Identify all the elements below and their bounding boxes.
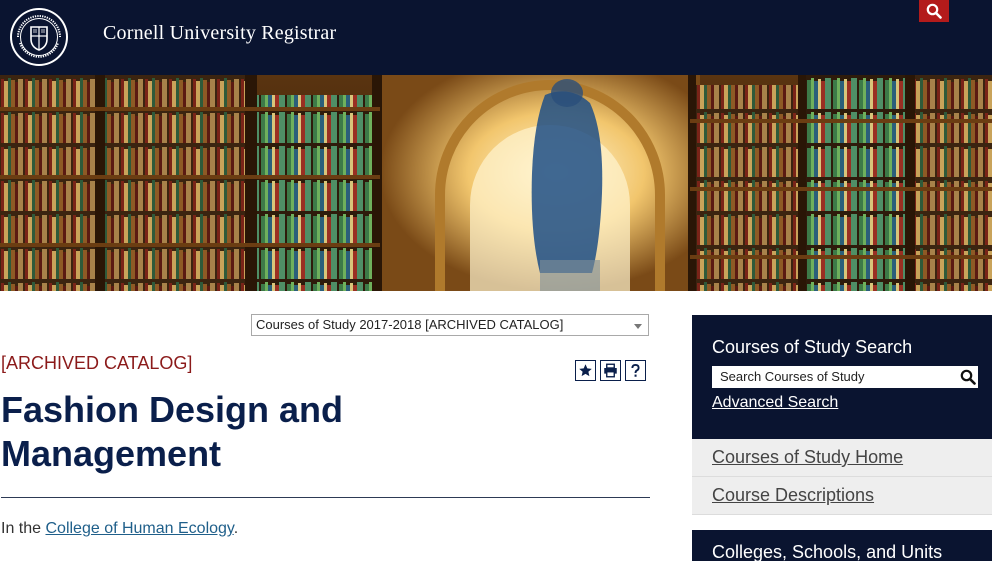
help-icon — [631, 363, 640, 377]
page-tools — [575, 360, 646, 381]
chevron-down-icon — [634, 324, 642, 329]
hero-banner-image — [0, 75, 992, 291]
star-icon — [579, 364, 592, 377]
print-icon — [604, 363, 617, 378]
title-divider — [1, 497, 650, 498]
college-link[interactable]: College of Human Ecology — [45, 520, 233, 537]
course-search-submit[interactable] — [958, 367, 978, 387]
course-search-heading: Courses of Study Search — [712, 337, 913, 357]
colleges-panel: Colleges, Schools, and Units — [692, 530, 992, 561]
help-button[interactable] — [625, 360, 646, 381]
cornell-seal-logo[interactable] — [9, 7, 69, 67]
sidebar-nav: Courses of Study Home Course Description… — [692, 439, 992, 515]
catalog-select[interactable]: Courses of Study 2017-2018 [ARCHIVED CAT… — [251, 314, 649, 336]
search-icon — [926, 3, 942, 19]
site-header: Cornell University Registrar — [0, 0, 992, 75]
course-search-panel: Courses of Study Search Search Courses o… — [692, 315, 992, 439]
intro-suffix: . — [233, 520, 239, 537]
page-title: Fashion Design and Management — [1, 389, 344, 474]
sidebar-item-courses-home[interactable]: Courses of Study Home — [692, 439, 992, 477]
site-search-button[interactable] — [919, 0, 949, 22]
course-search-input[interactable]: Search Courses of Study — [712, 366, 978, 388]
print-button[interactable] — [600, 360, 621, 381]
archived-catalog-label: [ARCHIVED CATALOG] — [1, 353, 193, 373]
search-icon — [960, 369, 976, 385]
catalog-select-value: Courses of Study 2017-2018 [ARCHIVED CAT… — [256, 317, 564, 332]
sidebar-item-course-descriptions[interactable]: Course Descriptions — [692, 477, 992, 515]
advanced-search-link[interactable]: Advanced Search — [712, 394, 838, 412]
favorite-button[interactable] — [575, 360, 596, 381]
site-title[interactable]: Cornell University Registrar — [103, 22, 336, 45]
intro-text: In the College of Human Ecology. — [1, 520, 238, 538]
intro-prefix: In the — [1, 520, 46, 537]
colleges-heading: Colleges, Schools, and Units — [712, 542, 943, 561]
